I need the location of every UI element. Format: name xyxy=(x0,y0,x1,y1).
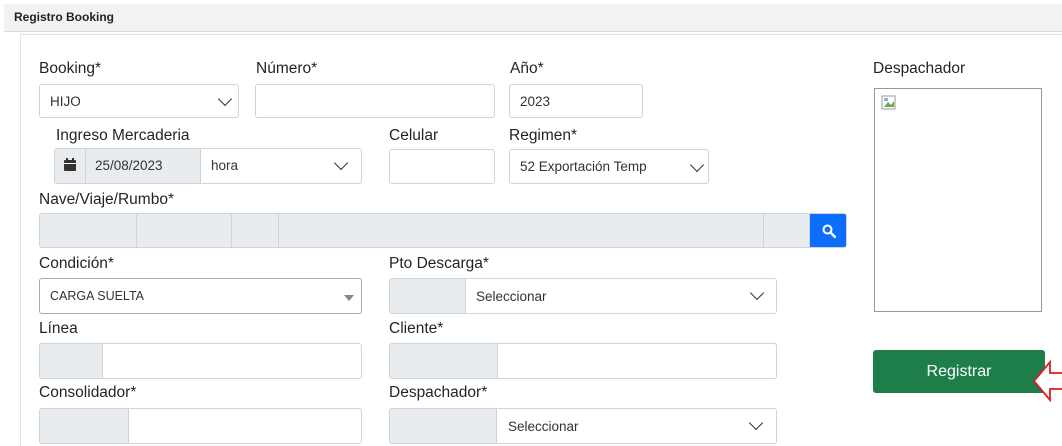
numero-label: Número* xyxy=(256,60,318,77)
chevron-down-icon xyxy=(333,155,349,171)
search-button[interactable] xyxy=(810,214,846,247)
condicion-label: Condición* xyxy=(39,255,114,272)
pto-descarga-label: Pto Descarga* xyxy=(389,255,489,272)
ingreso-label: Ingreso Mercaderia xyxy=(56,127,190,144)
anio-value: 2023 xyxy=(520,93,551,109)
pto-descarga-code[interactable] xyxy=(390,279,466,313)
nave-extra-field[interactable] xyxy=(764,214,810,247)
nave-field[interactable] xyxy=(40,214,137,247)
celular-input[interactable] xyxy=(389,149,495,184)
cliente-label: Cliente* xyxy=(389,320,444,337)
red-arrow-icon xyxy=(1032,359,1062,403)
chevron-down-icon xyxy=(217,91,233,107)
anio-label: Año* xyxy=(510,60,544,77)
regimen-label: Regimen* xyxy=(509,127,578,144)
search-icon xyxy=(822,224,836,238)
numero-input[interactable] xyxy=(255,84,495,118)
anio-input[interactable]: 2023 xyxy=(509,84,643,118)
despachador-image-frame xyxy=(874,88,1042,312)
ingreso-group: 25/08/2023 hora xyxy=(54,148,362,184)
regimen-value: 52 Exportación Temp xyxy=(520,159,647,174)
caret-down-icon xyxy=(344,295,354,301)
panel-header xyxy=(4,4,1062,32)
linea-label: Línea xyxy=(39,320,78,337)
booking-label: Booking* xyxy=(39,60,102,77)
chevron-down-icon xyxy=(689,157,705,173)
booking-select[interactable]: HIJO xyxy=(39,84,239,118)
pto-descarga-value: Seleccionar xyxy=(476,289,547,304)
date-value: 25/08/2023 xyxy=(95,158,163,173)
despachador-select[interactable]: Seleccionar xyxy=(497,409,776,443)
despachador-value: Seleccionar xyxy=(508,419,579,434)
celular-label: Celular xyxy=(389,127,439,144)
condicion-value: CARGA SUELTA xyxy=(50,289,145,303)
time-value: hora xyxy=(211,158,239,173)
consolidador-label: Consolidador* xyxy=(39,384,137,401)
linea-description[interactable] xyxy=(103,344,361,378)
date-field[interactable]: 25/08/2023 xyxy=(55,149,201,183)
linea-code[interactable] xyxy=(40,344,103,378)
nave-label: Nave/Viaje/Rumbo* xyxy=(39,191,174,208)
despachador-title: Despachador xyxy=(873,60,966,77)
linea-group xyxy=(39,343,362,379)
nave-group xyxy=(39,213,847,248)
regimen-select[interactable]: 52 Exportación Temp xyxy=(509,149,709,184)
rumbo-field[interactable] xyxy=(232,214,279,247)
broken-image-icon xyxy=(881,95,896,110)
consolidador-code[interactable] xyxy=(40,409,129,443)
despachador-code[interactable] xyxy=(390,409,497,443)
nave-description-field[interactable] xyxy=(279,214,764,247)
consolidador-description[interactable] xyxy=(129,409,361,443)
viaje-field[interactable] xyxy=(137,214,232,247)
despachador-label: Despachador* xyxy=(389,384,488,401)
consolidador-group xyxy=(39,408,362,444)
condicion-select[interactable]: CARGA SUELTA xyxy=(39,278,362,314)
cliente-code[interactable] xyxy=(390,344,498,378)
pto-descarga-select[interactable]: Seleccionar xyxy=(466,279,776,313)
registrar-button[interactable]: Registrar xyxy=(873,350,1045,393)
time-select[interactable]: hora xyxy=(201,149,361,183)
despachador-group: Seleccionar xyxy=(389,408,777,444)
chevron-down-icon xyxy=(749,285,765,301)
booking-value: HIJO xyxy=(50,93,81,109)
chevron-down-icon xyxy=(748,415,764,431)
panel-title: Registro Booking xyxy=(14,10,115,24)
pto-descarga-group: Seleccionar xyxy=(389,278,777,314)
cliente-description[interactable] xyxy=(498,344,776,378)
cliente-group xyxy=(389,343,777,379)
calendar-icon xyxy=(64,158,76,171)
